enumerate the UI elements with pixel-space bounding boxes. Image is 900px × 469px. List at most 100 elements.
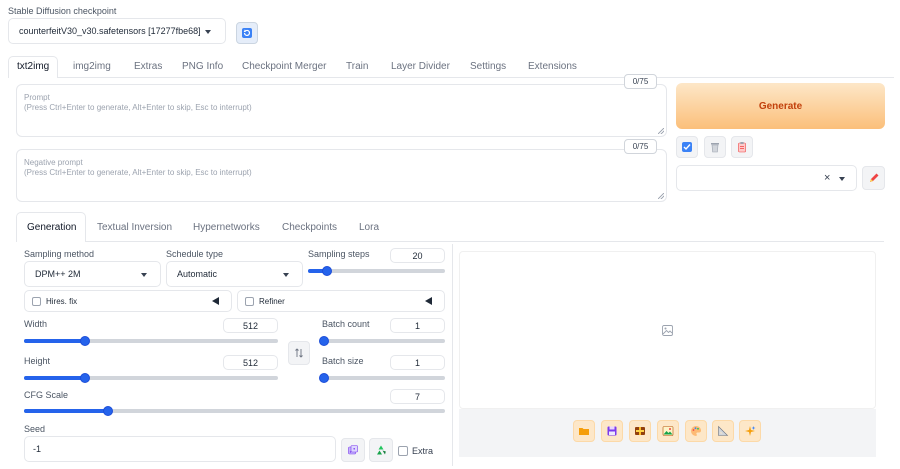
- slider-handle[interactable]: [79, 336, 90, 346]
- clear-styles-icon[interactable]: ×: [824, 172, 830, 184]
- tab-extensions[interactable]: Extensions: [528, 61, 577, 72]
- chevron-down-icon: [205, 30, 211, 34]
- refiner-checkbox[interactable]: [245, 297, 254, 306]
- dice-icon: [348, 445, 358, 455]
- batch-count-slider[interactable]: [319, 336, 445, 346]
- generate-button[interactable]: Generate: [676, 83, 885, 129]
- hires-fix-label: Hires. fix: [46, 297, 78, 306]
- width-slider[interactable]: [24, 336, 278, 346]
- tab-train[interactable]: Train: [346, 61, 368, 72]
- swap-arrows-icon: [295, 348, 303, 358]
- tab-img2img[interactable]: img2img: [73, 61, 111, 72]
- schedule-type-label: Schedule type: [166, 249, 224, 259]
- checkbox-icon: [682, 142, 692, 152]
- batch-size-label: Batch size: [322, 356, 364, 366]
- chevron-down-icon: [283, 273, 289, 277]
- refiner-label: Refiner: [259, 297, 285, 306]
- chevron-down-icon: [839, 177, 845, 181]
- slider-fill: [24, 339, 85, 343]
- tab-checkpoints[interactable]: Checkpoints: [282, 222, 337, 233]
- prompt-placeholder: (Press Ctrl+Enter to generate, Alt+Enter…: [24, 103, 252, 112]
- tab-settings[interactable]: Settings: [470, 61, 506, 72]
- tab-layer-divider[interactable]: Layer Divider: [391, 61, 450, 72]
- send-to-extras-button[interactable]: [712, 420, 734, 442]
- send-to-inpaint-button[interactable]: [685, 420, 707, 442]
- refresh-icon: [242, 28, 252, 38]
- tab-checkpoint-merger[interactable]: Checkpoint Merger: [242, 61, 326, 72]
- prompt-textarea[interactable]: Prompt (Press Ctrl+Enter to generate, Al…: [16, 84, 667, 137]
- checkpoint-label: Stable Diffusion checkpoint: [8, 6, 117, 16]
- tab-textual-inversion[interactable]: Textual Inversion: [97, 222, 172, 233]
- tab-lora[interactable]: Lora: [359, 222, 379, 233]
- sampling-method-dropdown[interactable]: DPM++ 2M: [24, 261, 161, 287]
- sampling-steps-label: Sampling steps: [308, 249, 370, 259]
- image-placeholder-icon: [662, 324, 673, 336]
- batch-size-slider[interactable]: [319, 373, 445, 383]
- negative-prompt-placeholder: (Press Ctrl+Enter to generate, Alt+Enter…: [24, 168, 252, 177]
- reuse-seed-button[interactable]: [369, 438, 393, 462]
- clear-prompt-button[interactable]: [704, 136, 726, 158]
- hires-fix-accordion[interactable]: Hires. fix: [24, 290, 232, 312]
- sampling-steps-input[interactable]: 20: [390, 248, 445, 263]
- width-label: Width: [24, 319, 48, 329]
- checkpoint-value: counterfeitV30_v30.safetensors [17277fbe…: [19, 26, 201, 36]
- send-to-img2img-button[interactable]: [657, 420, 679, 442]
- subtab-divider: [86, 241, 884, 242]
- zip-button[interactable]: [629, 420, 651, 442]
- slider-handle[interactable]: [319, 336, 330, 346]
- save-button[interactable]: [601, 420, 623, 442]
- height-slider[interactable]: [24, 373, 278, 383]
- save-icon: [607, 426, 617, 436]
- extra-seed-checkbox[interactable]: [398, 446, 408, 456]
- collapse-arrow-icon[interactable]: [425, 297, 432, 305]
- tab-hypernetworks[interactable]: Hypernetworks: [193, 222, 260, 233]
- seed-input[interactable]: -1: [24, 436, 336, 462]
- tab-txt2img[interactable]: txt2img: [17, 61, 49, 72]
- apply-styles-button[interactable]: [676, 136, 698, 158]
- batch-count-input[interactable]: 1: [390, 318, 445, 333]
- width-input[interactable]: 512: [223, 318, 278, 333]
- batch-size-input[interactable]: 1: [390, 355, 445, 370]
- open-folder-button[interactable]: [573, 420, 595, 442]
- palette-icon: [691, 426, 701, 436]
- negative-prompt-label: Negative prompt: [24, 158, 83, 167]
- negative-prompt-token-counter: 0/75: [624, 139, 657, 154]
- slider-handle[interactable]: [103, 406, 114, 416]
- slider-handle[interactable]: [79, 373, 90, 383]
- upscale-button[interactable]: [739, 420, 761, 442]
- batch-count-label: Batch count: [322, 319, 370, 329]
- cfg-scale-input[interactable]: 7: [390, 389, 445, 404]
- height-input[interactable]: 512: [223, 355, 278, 370]
- collapse-arrow-icon[interactable]: [212, 297, 219, 305]
- clipboard-icon: [738, 142, 746, 153]
- tab-divider: [58, 77, 894, 78]
- refresh-checkpoint-button[interactable]: [236, 22, 258, 44]
- chevron-down-icon: [141, 273, 147, 277]
- tab-extras[interactable]: Extras: [134, 61, 162, 72]
- pencil-icon: [869, 173, 878, 182]
- edit-styles-button[interactable]: [731, 136, 753, 158]
- image-send-icon: [662, 426, 674, 436]
- edit-style-button[interactable]: [862, 166, 885, 190]
- tab-generation[interactable]: Generation: [27, 222, 76, 233]
- slider-handle[interactable]: [322, 266, 333, 276]
- sampling-method-value: DPM++ 2M: [35, 269, 81, 279]
- hires-fix-checkbox[interactable]: [32, 297, 41, 306]
- tab-png-info[interactable]: PNG Info: [182, 61, 223, 72]
- slider-handle[interactable]: [319, 373, 330, 383]
- resize-grip-icon[interactable]: [658, 193, 664, 199]
- schedule-type-dropdown[interactable]: Automatic: [166, 261, 303, 287]
- output-image-area: [459, 251, 876, 409]
- negative-prompt-textarea[interactable]: Negative prompt (Press Ctrl+Enter to gen…: [16, 149, 667, 202]
- swap-dimensions-button[interactable]: [288, 341, 310, 365]
- refiner-accordion[interactable]: Refiner: [237, 290, 445, 312]
- cfg-scale-slider[interactable]: [24, 406, 445, 416]
- random-seed-button[interactable]: [341, 438, 365, 462]
- checkpoint-dropdown[interactable]: counterfeitV30_v30.safetensors [17277fbe…: [8, 18, 226, 44]
- resize-grip-icon[interactable]: [658, 128, 664, 134]
- slider-fill: [24, 376, 85, 380]
- slider-fill: [24, 409, 109, 413]
- extra-seed-label: Extra: [412, 446, 434, 456]
- sampling-steps-slider[interactable]: [308, 266, 445, 276]
- styles-dropdown[interactable]: ×: [676, 165, 857, 191]
